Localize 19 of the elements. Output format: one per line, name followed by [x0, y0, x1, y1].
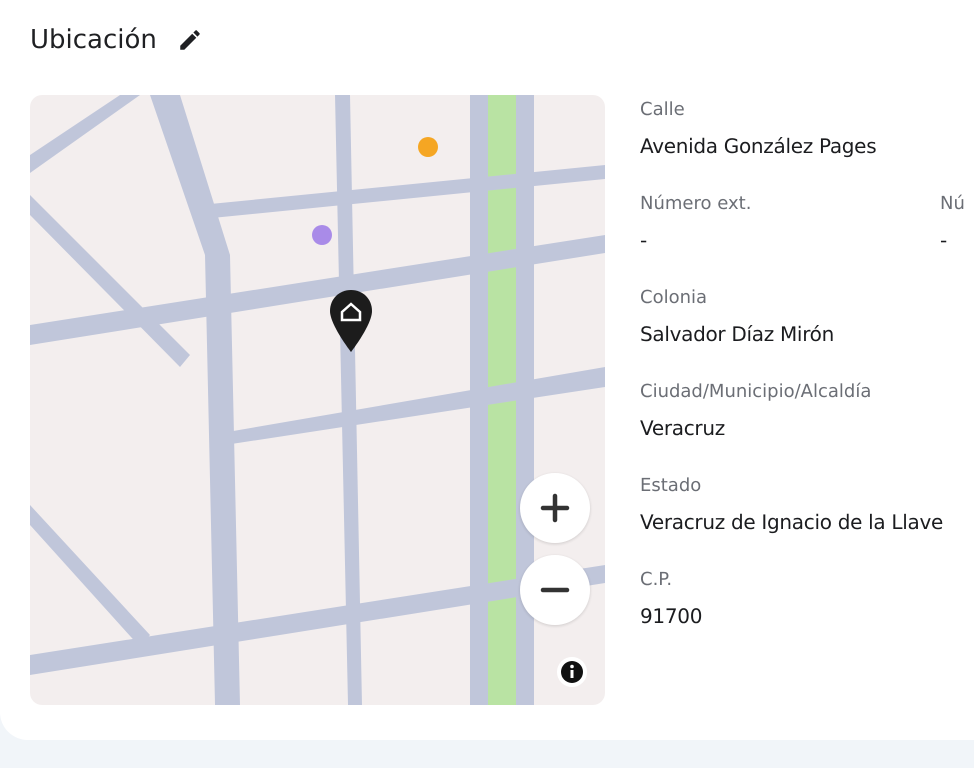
field-label: Nú: [940, 192, 966, 216]
minus-icon: [540, 587, 570, 593]
field-value: -: [940, 227, 948, 254]
field-value: Veracruz de Ignacio de la Llave: [640, 509, 944, 536]
field-label: Ciudad/Municipio/Alcaldía: [640, 380, 872, 404]
field-value: Avenida González Pages: [640, 133, 878, 160]
field-label: C.P.: [640, 568, 674, 592]
field-label: Estado: [640, 474, 702, 498]
field-label: Número ext.: [640, 192, 752, 216]
section-title: Ubicación: [30, 25, 157, 55]
plus-icon: [540, 493, 570, 523]
field-value: 91700: [640, 603, 704, 630]
field-value: -: [640, 227, 648, 254]
field-label: Calle: [640, 98, 686, 122]
field-value: Veracruz: [640, 415, 726, 442]
info-icon[interactable]: [557, 657, 587, 687]
field-value: Salvador Díaz Mirón: [640, 321, 835, 348]
field-label: Colonia: [640, 286, 708, 310]
home-pin-icon: [330, 290, 372, 352]
